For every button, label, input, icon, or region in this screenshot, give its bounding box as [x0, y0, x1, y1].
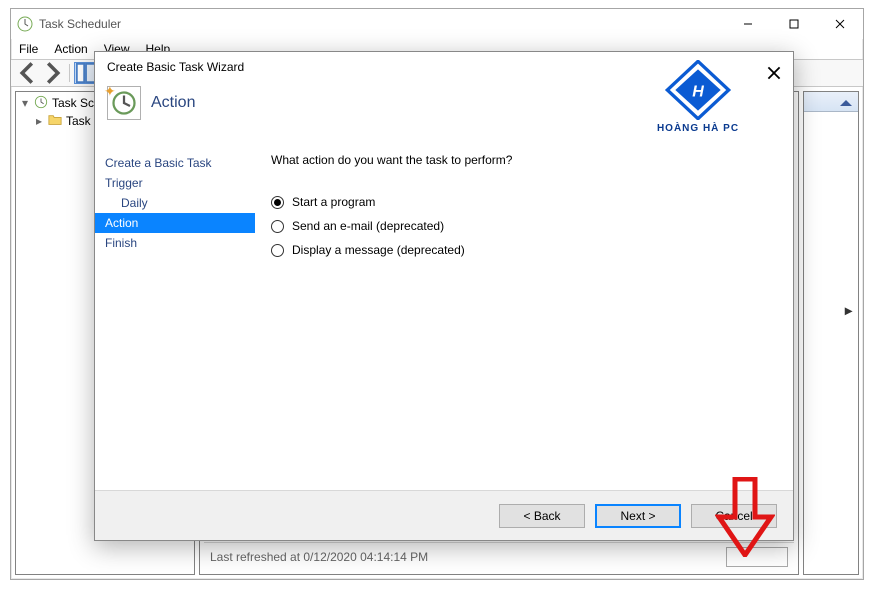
radio-send-email-label: Send an e-mail (deprecated): [292, 219, 444, 233]
dialog-close-button[interactable]: [765, 64, 783, 82]
radio-display-message[interactable]: Display a message (deprecated): [271, 243, 777, 257]
radio-icon: [271, 220, 284, 233]
radio-start-program-label: Start a program: [292, 195, 375, 209]
wizard-step-nav: Create a Basic Task Trigger Daily Action…: [95, 147, 255, 490]
step-daily[interactable]: Daily: [95, 193, 255, 213]
radio-send-email[interactable]: Send an e-mail (deprecated): [271, 219, 777, 233]
wizard-step-content: What action do you want the task to perf…: [255, 147, 793, 490]
close-button[interactable]: [817, 9, 863, 39]
chevron-down-icon[interactable]: ▾: [20, 96, 30, 110]
folder-icon: [48, 113, 62, 130]
step-create-basic-task[interactable]: Create a Basic Task: [95, 153, 255, 173]
maximize-button[interactable]: [771, 9, 817, 39]
clock-icon: [34, 95, 48, 112]
center-footer: Last refreshed at 0/12/2020 04:14:14 PM: [204, 542, 794, 570]
dialog-footer: < Back Next > Cancel: [95, 490, 793, 540]
action-prompt: What action do you want the task to perf…: [271, 153, 777, 167]
dialog-header: Create Basic Task Wizard H HOÀNG HÀ PC ✦…: [95, 52, 793, 147]
step-finish[interactable]: Finish: [95, 233, 255, 253]
actions-pane: ▸: [803, 91, 859, 575]
window-controls: [725, 9, 863, 39]
toolbar-separator: [69, 64, 70, 82]
scroll-right-icon[interactable]: ▸: [845, 302, 852, 319]
brand-logo: H HOÀNG HÀ PC: [643, 60, 753, 134]
cancel-button[interactable]: Cancel: [691, 504, 777, 528]
scheduler-wizard-icon: ✦: [107, 86, 141, 120]
radio-display-message-label: Display a message (deprecated): [292, 243, 465, 257]
minimize-button[interactable]: [725, 9, 771, 39]
wizard-step-title: Action: [151, 94, 195, 112]
refresh-button[interactable]: [726, 547, 788, 567]
nav-back-icon[interactable]: [15, 62, 39, 84]
brand-text: HOÀNG HÀ PC: [643, 123, 753, 134]
center-status-text: Last refreshed at 0/12/2020 04:14:14 PM: [210, 550, 428, 564]
window-title: Task Scheduler: [39, 17, 725, 31]
create-basic-task-wizard-dialog: Create Basic Task Wizard H HOÀNG HÀ PC ✦…: [94, 51, 794, 541]
radio-icon: [271, 196, 284, 209]
clock-icon: [17, 16, 33, 32]
menu-action[interactable]: Action: [54, 39, 87, 59]
titlebar: Task Scheduler: [11, 9, 863, 39]
radio-start-program[interactable]: Start a program: [271, 195, 777, 209]
back-button[interactable]: < Back: [499, 504, 585, 528]
collapse-arrow-icon[interactable]: [840, 94, 852, 106]
radio-icon: [271, 244, 284, 257]
chevron-right-icon[interactable]: ▸: [34, 114, 44, 128]
step-trigger[interactable]: Trigger: [95, 173, 255, 193]
menu-file[interactable]: File: [19, 39, 38, 59]
diamond-logo-icon: H: [663, 60, 733, 120]
dialog-body: Create a Basic Task Trigger Daily Action…: [95, 147, 793, 490]
step-action[interactable]: Action: [95, 213, 255, 233]
nav-forward-icon[interactable]: [41, 62, 65, 84]
next-button[interactable]: Next >: [595, 504, 681, 528]
svg-text:H: H: [692, 84, 704, 101]
